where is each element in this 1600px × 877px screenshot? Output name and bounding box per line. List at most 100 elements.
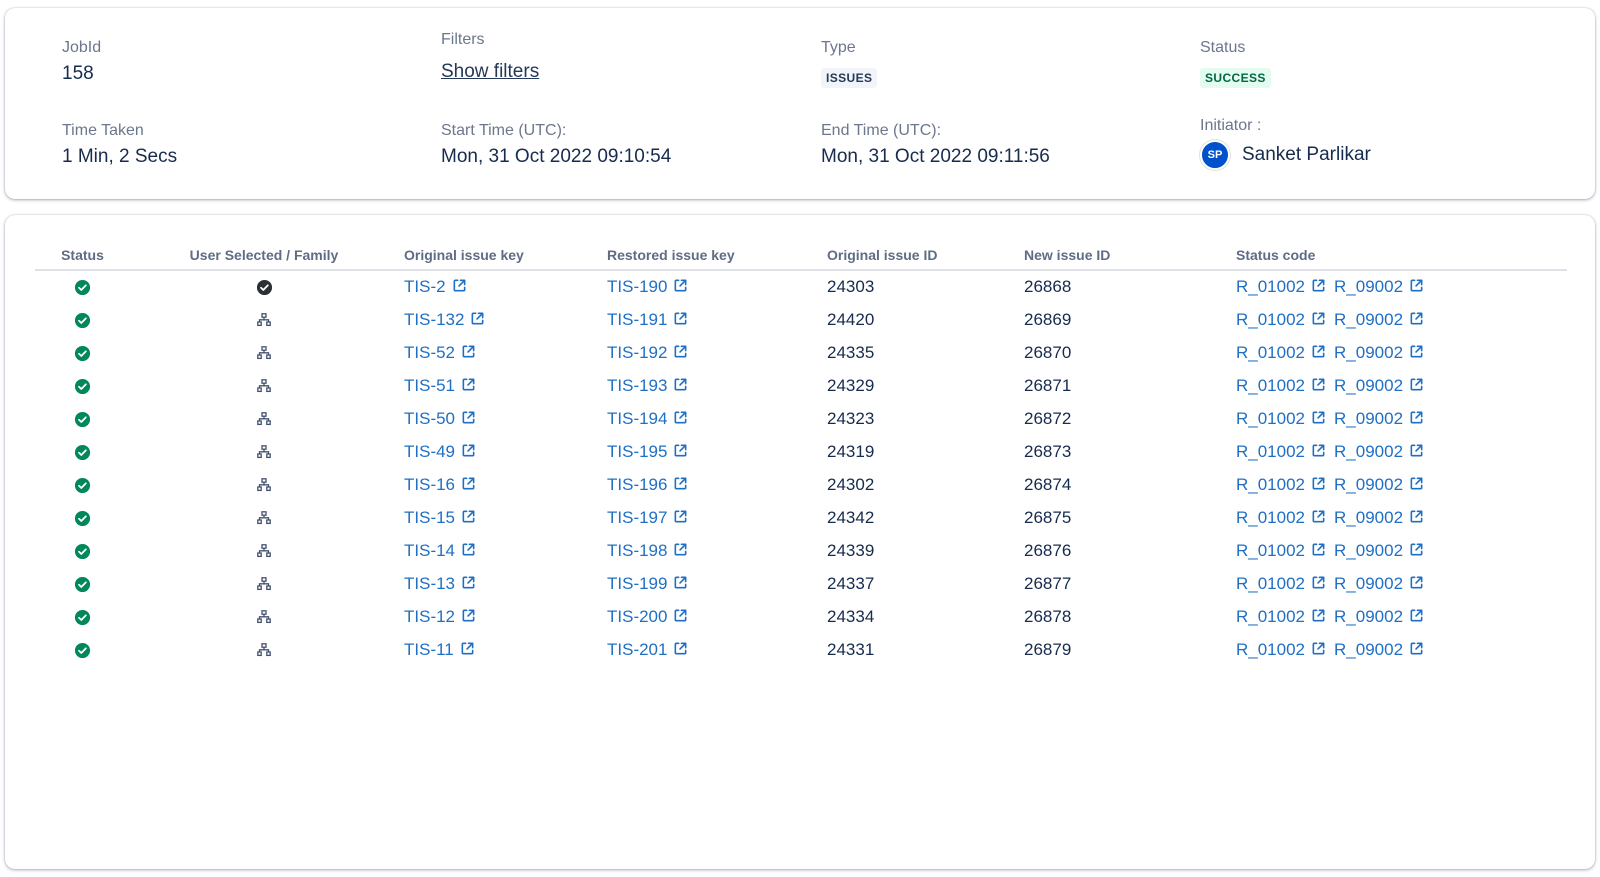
header-status-code[interactable]: Status code — [1236, 243, 1567, 271]
row-original-key-cell: TIS-13 — [398, 567, 607, 600]
original-issue-key-link[interactable]: TIS-16 — [404, 475, 476, 494]
external-link-icon — [1410, 543, 1423, 555]
restored-issue-key-link[interactable]: TIS-201 — [607, 640, 688, 659]
row-selection-cell — [130, 600, 398, 633]
restored-issue-key-link[interactable]: TIS-190 — [607, 277, 688, 296]
status-code-link[interactable]: R_01002 — [1236, 574, 1326, 593]
status-code-text: R_09002 — [1334, 441, 1404, 461]
restored-issue-key-link[interactable]: TIS-198 — [607, 541, 688, 560]
status-code-link[interactable]: R_09002 — [1334, 508, 1424, 527]
restored-issue-key-link[interactable]: TIS-196 — [607, 475, 688, 494]
status-code-link[interactable]: R_01002 — [1236, 409, 1326, 428]
row-original-key-cell: TIS-49 — [398, 435, 607, 468]
restored-issue-key-link[interactable]: TIS-197 — [607, 508, 688, 527]
external-link-icon — [462, 477, 475, 489]
restored-issue-key-link[interactable]: TIS-193 — [607, 376, 688, 395]
header-original-issue-id[interactable]: Original issue ID — [827, 243, 1024, 271]
status-code-link[interactable]: R_01002 — [1236, 343, 1326, 362]
start-time-value: Mon, 31 Oct 2022 09:10:54 — [441, 146, 672, 167]
original-issue-key-link[interactable]: TIS-49 — [404, 442, 476, 461]
end-time-value: Mon, 31 Oct 2022 09:11:56 — [821, 146, 1050, 167]
original-issue-key-link[interactable]: TIS-50 — [404, 409, 476, 428]
status-code-text: R_01002 — [1236, 507, 1306, 527]
external-link-icon — [1410, 312, 1423, 324]
original-issue-key-link[interactable]: TIS-15 — [404, 508, 476, 527]
original-issue-key-link[interactable]: TIS-14 — [404, 541, 476, 560]
status-code-link[interactable]: R_09002 — [1334, 409, 1424, 428]
status-code-link[interactable]: R_09002 — [1334, 310, 1424, 329]
status-code-link[interactable]: R_01002 — [1236, 508, 1326, 527]
family-hierarchy-icon — [257, 577, 271, 591]
external-link-icon — [1312, 543, 1325, 555]
results-table-card: Status User Selected / Family Original i… — [5, 215, 1595, 869]
status-code-link[interactable]: R_01002 — [1236, 376, 1326, 395]
row-original-key-cell: TIS-16 — [398, 468, 607, 501]
status-code-link[interactable]: R_09002 — [1334, 640, 1424, 659]
external-link-icon — [675, 411, 687, 423]
family-hierarchy-icon — [257, 313, 271, 327]
original-issue-key-link[interactable]: TIS-11 — [404, 640, 475, 659]
restored-issue-key-link[interactable]: TIS-191 — [607, 310, 688, 329]
external-link-icon — [462, 510, 475, 522]
start-time-label: Start Time (UTC): — [441, 122, 567, 139]
header-restored-issue-key[interactable]: Restored issue key — [607, 243, 827, 271]
header-new-issue-id[interactable]: New issue ID — [1024, 243, 1236, 271]
original-issue-key-link[interactable]: TIS-12 — [404, 607, 476, 626]
status-code-link[interactable]: R_01002 — [1236, 607, 1326, 626]
status-code-link[interactable]: R_09002 — [1334, 442, 1424, 461]
status-code-link[interactable]: R_09002 — [1334, 574, 1424, 593]
restored-issue-key-text: TIS-198 — [607, 540, 668, 560]
header-original-issue-key[interactable]: Original issue key — [398, 243, 607, 271]
row-status-cell — [35, 633, 130, 666]
show-filters-link[interactable]: Show filters — [441, 60, 539, 84]
external-link-icon — [461, 642, 474, 654]
restored-issue-key-link[interactable]: TIS-195 — [607, 442, 688, 461]
header-user-selected-family[interactable]: User Selected / Family — [130, 243, 398, 271]
avatar[interactable]: SP — [1200, 140, 1230, 170]
status-code-link[interactable]: R_01002 — [1236, 310, 1326, 329]
status-code-link[interactable]: R_09002 — [1334, 541, 1424, 560]
original-issue-key-link[interactable]: TIS-2 — [404, 277, 467, 296]
restored-issue-key-text: TIS-199 — [607, 573, 668, 593]
type-lozenge: ISSUES — [821, 68, 878, 88]
status-code-link[interactable]: R_01002 — [1236, 442, 1326, 461]
restored-issue-key-link[interactable]: TIS-199 — [607, 574, 688, 593]
status-code-link[interactable]: R_09002 — [1334, 277, 1424, 296]
external-link-icon — [1410, 642, 1423, 654]
original-issue-id: 24331 — [827, 639, 875, 659]
restored-issue-key-text: TIS-200 — [607, 606, 668, 626]
row-restored-key-cell: TIS-196 — [607, 468, 827, 501]
row-restored-key-cell: TIS-197 — [607, 501, 827, 534]
family-hierarchy-icon — [257, 445, 271, 459]
status-code-link[interactable]: R_01002 — [1236, 541, 1326, 560]
restored-issue-key-link[interactable]: TIS-192 — [607, 343, 688, 362]
new-issue-id: 26877 — [1024, 573, 1072, 593]
status-code-link[interactable]: R_01002 — [1236, 277, 1326, 296]
status-code-link[interactable]: R_09002 — [1334, 607, 1424, 626]
original-issue-key-link[interactable]: TIS-13 — [404, 574, 476, 593]
header-status[interactable]: Status — [35, 243, 130, 271]
row-status-code-cell: R_01002 R_09002 — [1236, 468, 1567, 501]
new-issue-id: 26872 — [1024, 408, 1072, 428]
original-issue-id: 24303 — [827, 277, 875, 296]
row-selection-cell — [130, 501, 398, 534]
external-link-icon — [675, 279, 687, 292]
original-issue-key-text: TIS-2 — [404, 277, 446, 296]
restored-issue-key-link[interactable]: TIS-200 — [607, 607, 688, 626]
external-link-icon — [1410, 609, 1423, 621]
row-restored-key-cell: TIS-198 — [607, 534, 827, 567]
row-selection-cell — [130, 369, 398, 402]
original-issue-key-link[interactable]: TIS-51 — [404, 376, 476, 395]
row-selection-cell — [130, 534, 398, 567]
original-issue-key-link[interactable]: TIS-52 — [404, 343, 476, 362]
status-code-link[interactable]: R_01002 — [1236, 475, 1326, 494]
status-code-link[interactable]: R_09002 — [1334, 376, 1424, 395]
status-code-link[interactable]: R_01002 — [1236, 640, 1326, 659]
original-issue-key-text: TIS-15 — [404, 507, 456, 527]
status-code-link[interactable]: R_09002 — [1334, 343, 1424, 362]
status-code-link[interactable]: R_09002 — [1334, 475, 1424, 494]
original-issue-key-link[interactable]: TIS-132 — [404, 310, 485, 329]
restored-issue-key-link[interactable]: TIS-194 — [607, 409, 688, 428]
row-status-cell — [35, 468, 130, 501]
original-issue-key-text: TIS-50 — [404, 408, 456, 428]
